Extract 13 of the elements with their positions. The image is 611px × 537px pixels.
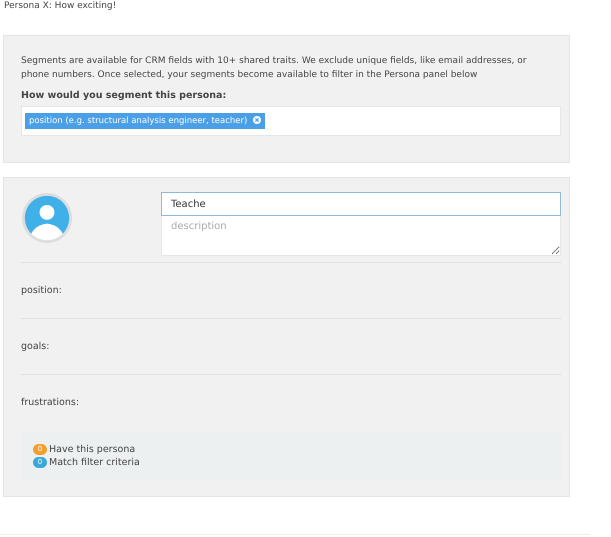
count-label: Match filter criteria (49, 456, 140, 469)
avatar-icon (21, 192, 73, 244)
page-heading: Persona X: How exciting! (3, 0, 118, 12)
attribute-label: goals: (21, 341, 50, 352)
tag-label: position (e.g. structural analysis engineer, teacher) (29, 116, 248, 126)
remove-icon[interactable] (253, 116, 262, 124)
info-text: Segments are available for CRM fields with 10+ shared traits. We exclude unique fields, like email addresses, or phone numbers. Once selected, your segments become available to filter in the Persona panel below (21, 55, 528, 82)
count-label: Have this persona (49, 443, 136, 456)
attribute-label: frustrations: (21, 397, 80, 408)
question-label: How would you segment this persona: (21, 90, 228, 101)
attribute-label: position: (21, 285, 62, 296)
description-field[interactable]: description (161, 216, 561, 256)
name-field[interactable]: Teache (161, 192, 561, 216)
